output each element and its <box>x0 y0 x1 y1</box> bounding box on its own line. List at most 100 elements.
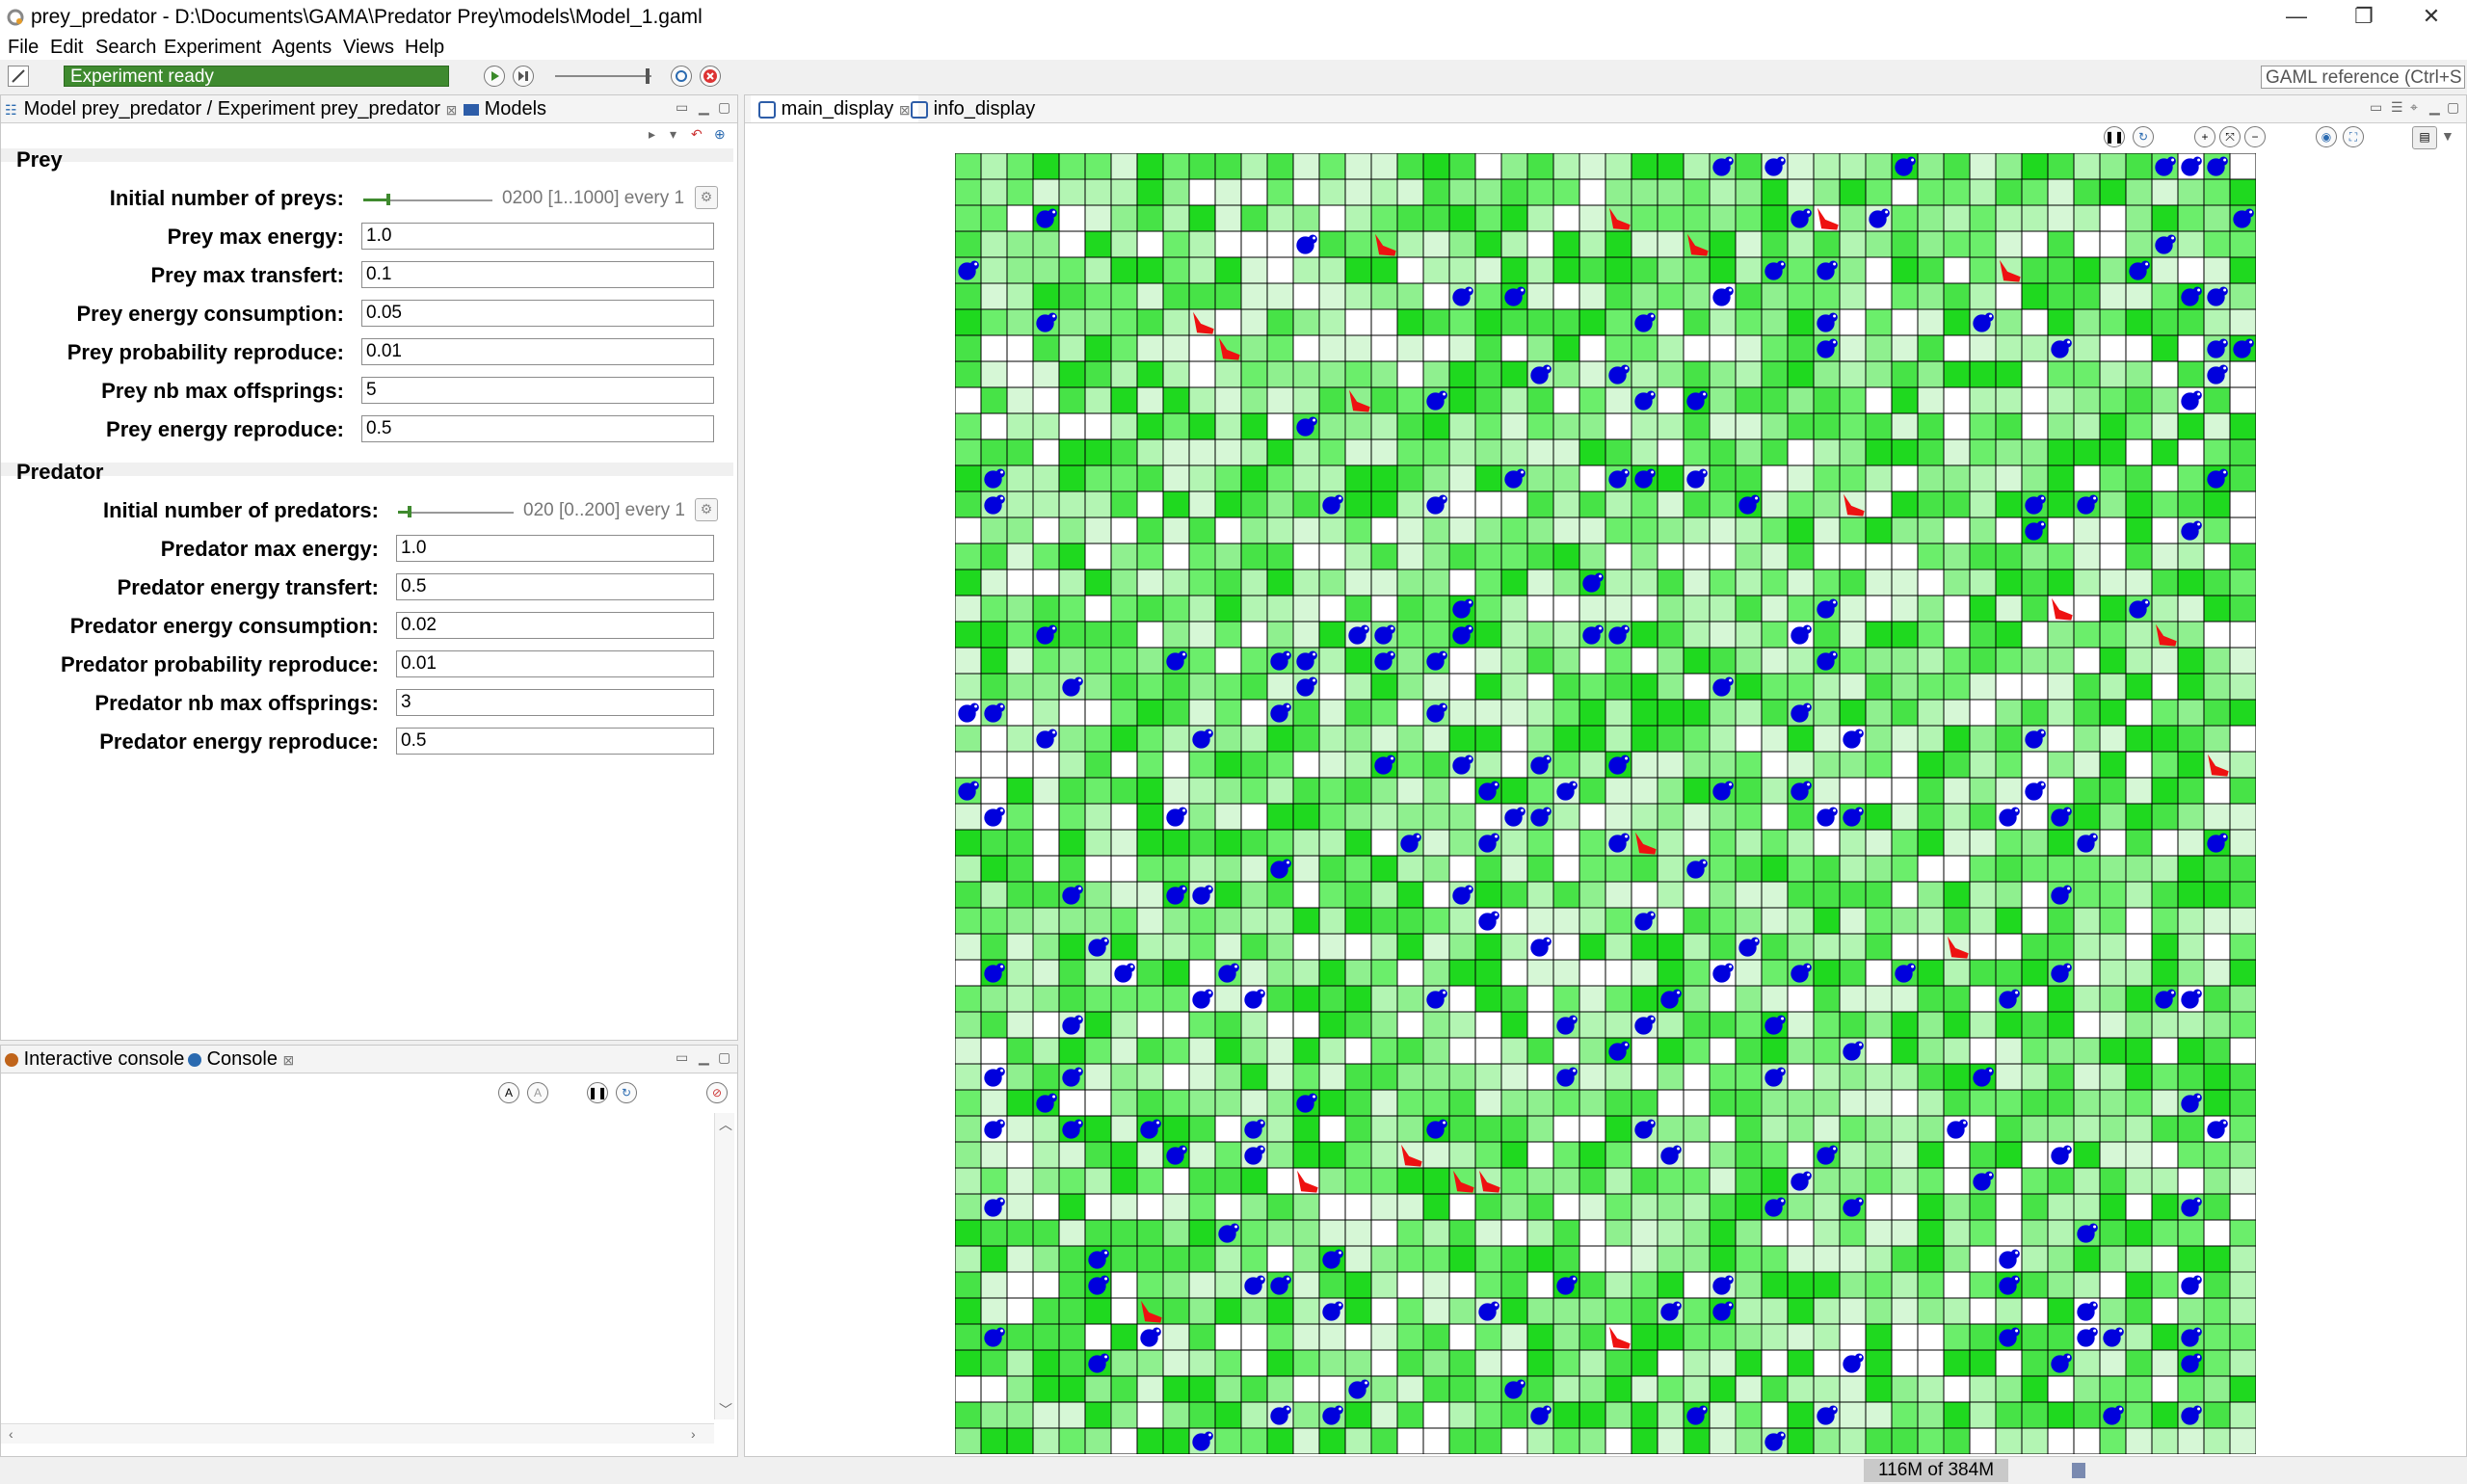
console-vertical-scrollbar[interactable]: ︿ ﹀ <box>714 1113 734 1419</box>
font-decrease-icon[interactable]: A <box>527 1082 548 1103</box>
reload-icon[interactable] <box>671 66 692 87</box>
param-input[interactable]: 0.02 <box>396 612 714 639</box>
param-input[interactable]: 1.0 <box>361 223 714 250</box>
param-input[interactable]: 0.1 <box>361 261 714 288</box>
grid-cell <box>1552 725 1580 753</box>
grid-cell <box>1110 1089 1138 1117</box>
prey-section-title[interactable]: Prey <box>16 147 63 172</box>
trash-icon[interactable] <box>2072 1463 2085 1478</box>
initial-predators-settings-icon[interactable]: ⚙ <box>695 498 718 521</box>
display-pin-icon[interactable]: ⌖ <box>2410 99 2418 116</box>
collapse-icon[interactable]: ▾ <box>670 126 676 143</box>
close-button[interactable]: ✕ <box>2398 0 2465 35</box>
param-input[interactable]: 0.5 <box>396 573 714 600</box>
console-pause-icon[interactable]: ❚❚ <box>587 1082 608 1103</box>
grid-cell <box>1526 777 1554 805</box>
revert-icon[interactable]: ↶ <box>691 126 703 143</box>
tab-main-display[interactable]: main_display ⊠ <box>751 95 918 122</box>
menu-help[interactable]: Help <box>405 35 444 60</box>
display-maximize-icon[interactable]: ▢ <box>2447 99 2459 116</box>
display-sync-icon[interactable]: ↻ <box>2133 126 2154 147</box>
menu-views[interactable]: Views <box>343 35 394 60</box>
menu-experiment[interactable]: Experiment <box>164 35 261 60</box>
tab-models[interactable]: Models <box>464 95 546 122</box>
initial-preys-settings-icon[interactable]: ⚙ <box>695 186 718 209</box>
minimize-icon[interactable]: ▁ <box>699 99 709 116</box>
param-input[interactable]: 0.01 <box>396 650 714 677</box>
param-input[interactable]: 5 <box>361 377 714 404</box>
menu-edit[interactable]: Edit <box>50 35 83 60</box>
scroll-left-icon[interactable]: ‹ <box>9 1426 13 1442</box>
tab-experiment-parameters[interactable]: ☷ Model prey_predator / Experiment prey_… <box>5 95 457 122</box>
grid-cell <box>1500 230 1528 258</box>
grid-cell <box>1396 595 1424 623</box>
predator-section-title[interactable]: Predator <box>16 460 103 485</box>
console-maximize-icon[interactable]: ▢ <box>718 1049 730 1066</box>
tab-interactive-console[interactable]: Interactive console <box>5 1046 184 1073</box>
layers-dropdown-icon[interactable]: ▼ <box>2441 128 2454 144</box>
clear-console-icon[interactable]: ⊘ <box>706 1082 728 1103</box>
param-input[interactable]: 1.0 <box>396 535 714 562</box>
fullscreen-icon[interactable]: ⛶ <box>2343 126 2364 147</box>
gaml-reference-search[interactable]: GAML reference (Ctrl+S <box>2261 66 2465 89</box>
snapshot-icon[interactable]: ◉ <box>2316 126 2337 147</box>
grid-cell <box>1709 829 1737 857</box>
param-input[interactable]: 3 <box>396 689 714 716</box>
play-icon[interactable] <box>484 66 505 87</box>
grid-cell <box>1839 1323 1867 1351</box>
zoom-fit-icon[interactable]: ⤧ <box>2219 126 2241 147</box>
zoom-in-icon[interactable]: + <box>2194 126 2215 147</box>
grid-cell <box>1214 1323 1242 1351</box>
close-console-tab-icon[interactable]: ⊠ <box>283 1052 295 1068</box>
param-input[interactable]: 0.5 <box>361 415 714 442</box>
initial-predators-slider-thumb[interactable] <box>408 506 411 517</box>
layers-icon[interactable]: ▤ <box>2412 126 2437 149</box>
menu-search[interactable]: Search <box>95 35 156 60</box>
initial-preys-slider-thumb[interactable] <box>386 194 390 205</box>
close-main-display-icon[interactable]: ⊠ <box>899 102 911 118</box>
menu-file[interactable]: File <box>8 35 39 60</box>
grid-cell <box>1735 334 1763 362</box>
console-minimize-view-icon[interactable]: ▭ <box>676 1049 688 1066</box>
menu-agents[interactable]: Agents <box>272 35 332 60</box>
maximize-icon[interactable]: ▢ <box>718 99 730 116</box>
tab-info-display[interactable]: info_display <box>911 95 1035 122</box>
close-tab-icon[interactable]: ⊠ <box>446 102 458 118</box>
param-input[interactable]: 0.01 <box>361 338 714 365</box>
console-minimize-icon[interactable]: ▁ <box>699 1049 709 1066</box>
grid-cell <box>1058 412 1086 440</box>
console-horizontal-scrollbar[interactable]: ‹ › <box>1 1423 714 1444</box>
minimize-view-icon[interactable]: ▭ <box>676 99 688 116</box>
add-icon[interactable]: ⊕ <box>714 126 726 143</box>
display-pause-icon[interactable]: ❚❚ <box>2104 126 2125 147</box>
display-view-menu-icon[interactable]: ▭ <box>2370 99 2382 116</box>
grid-cell <box>1657 334 1684 362</box>
zoom-out-icon[interactable]: − <box>2244 126 2266 147</box>
stop-icon[interactable] <box>700 66 721 87</box>
scroll-up-icon[interactable]: ︿ <box>719 1115 732 1134</box>
display-minimize-icon[interactable]: ▁ <box>2429 99 2440 116</box>
speed-slider-thumb[interactable] <box>646 68 650 84</box>
scroll-down-icon[interactable]: ﹀ <box>719 1400 732 1419</box>
display-list-icon[interactable]: ☰ <box>2391 99 2403 116</box>
simulation-grid[interactable] <box>955 153 2256 1454</box>
param-input[interactable]: 0.5 <box>396 728 714 755</box>
font-increase-icon[interactable]: A <box>498 1082 519 1103</box>
grid-cell <box>2047 699 2075 727</box>
initial-predators-slider[interactable] <box>398 512 514 514</box>
minimize-button[interactable]: — <box>2263 0 2330 35</box>
tab-console[interactable]: Console ⊠ <box>188 1046 294 1073</box>
param-input[interactable]: 0.05 <box>361 300 714 327</box>
speed-slider[interactable] <box>555 75 651 77</box>
grid-cell <box>1683 490 1711 518</box>
grid-cell <box>2229 1011 2256 1039</box>
edit-icon[interactable] <box>8 66 29 87</box>
restore-button[interactable]: ❐ <box>2330 0 2398 35</box>
expand-icon[interactable]: ▸ <box>649 126 655 143</box>
grid-cell <box>1761 933 1789 961</box>
step-icon[interactable] <box>513 66 534 87</box>
console-refresh-icon[interactable]: ↻ <box>616 1082 637 1103</box>
scroll-right-icon[interactable]: › <box>691 1426 696 1442</box>
grid-cell <box>1631 621 1658 649</box>
grid-cell <box>1318 647 1346 675</box>
